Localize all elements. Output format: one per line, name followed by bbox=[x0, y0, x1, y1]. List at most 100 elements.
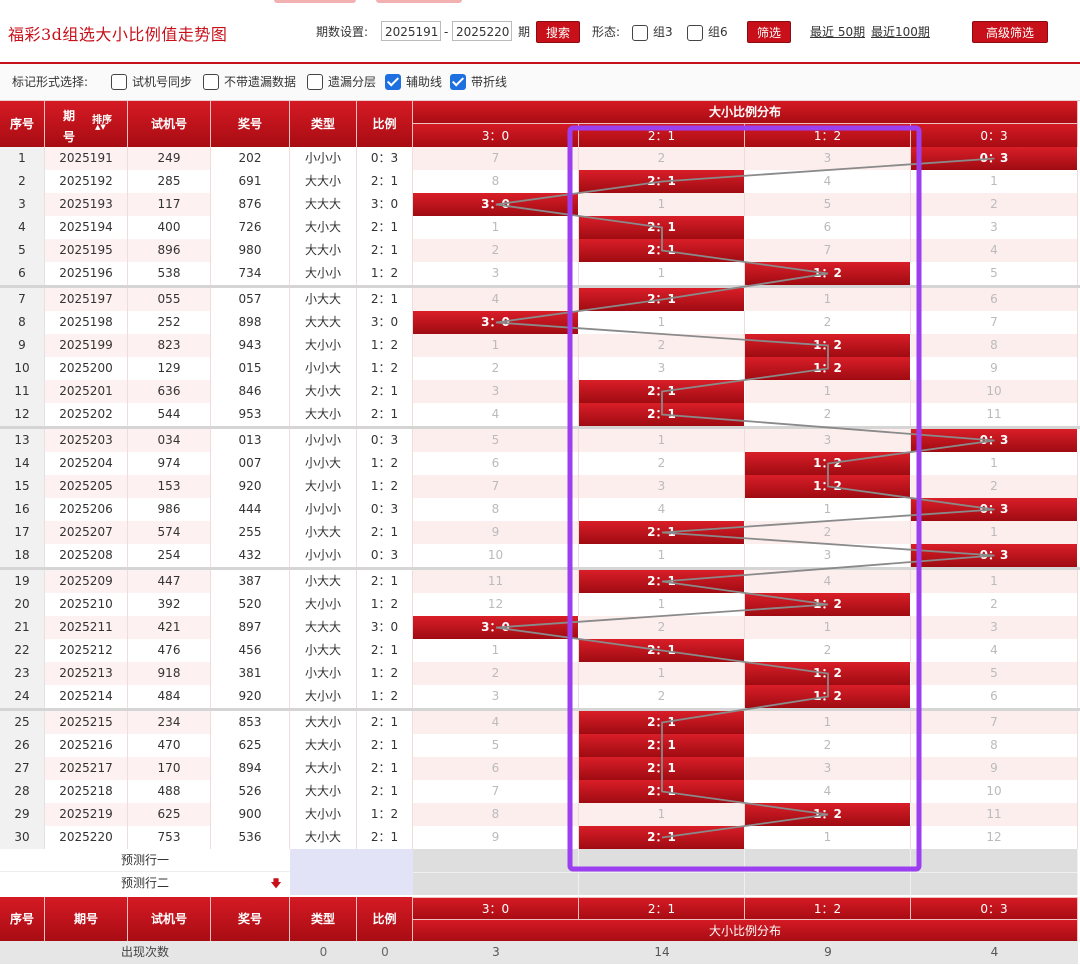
row-index: 10 bbox=[0, 357, 45, 380]
option-checkbox-no-miss[interactable] bbox=[203, 74, 219, 90]
dist-miss-cell: 1 bbox=[745, 498, 911, 521]
header-issue-line2: 号 bbox=[63, 130, 76, 144]
option-checkbox-polyline[interactable] bbox=[450, 74, 466, 90]
recent-100-link[interactable]: 最近100期 bbox=[871, 21, 930, 43]
dist-hit-cell: 1：2 bbox=[745, 262, 911, 285]
search-button[interactable]: 搜索 bbox=[536, 21, 580, 43]
dist-hit-cell: 2：1 bbox=[579, 570, 745, 593]
footer-ratio-count: 0 bbox=[357, 941, 413, 964]
row-ratio: 2：1 bbox=[357, 639, 413, 662]
dist-miss-cell: 9 bbox=[911, 357, 1078, 380]
predict-input-area[interactable] bbox=[290, 849, 413, 895]
dist-miss-cell: 3 bbox=[413, 262, 579, 285]
dist-miss-cell: 2 bbox=[413, 357, 579, 380]
group6-checkbox[interactable] bbox=[687, 25, 703, 41]
option-checkbox-sync[interactable] bbox=[111, 74, 127, 90]
row-test: 636 bbox=[128, 380, 211, 403]
row-type: 小大大 bbox=[290, 521, 357, 544]
bottom-header-issue: 期号 bbox=[45, 897, 128, 941]
row-test: 974 bbox=[128, 452, 211, 475]
group3-checkbox[interactable] bbox=[632, 25, 648, 41]
row-ratio: 2：1 bbox=[357, 288, 413, 311]
predict-cell-2[interactable] bbox=[579, 872, 745, 895]
dist-miss-cell: 5 bbox=[911, 662, 1078, 685]
dist-miss-cell: 2 bbox=[579, 334, 745, 357]
predict-row-2[interactable]: 预测行二 bbox=[0, 872, 290, 895]
header-index: 序号 bbox=[0, 101, 45, 147]
period-start-input[interactable]: 2025191 bbox=[381, 21, 441, 41]
predict-cell-1[interactable] bbox=[579, 849, 745, 872]
dist-miss-cell: 1 bbox=[579, 544, 745, 567]
bottom-header-dist-col: 1：2 bbox=[745, 897, 911, 919]
row-issue: 2025208 bbox=[45, 544, 128, 567]
row-prize: 691 bbox=[211, 170, 290, 193]
header-type: 类型 bbox=[290, 101, 357, 147]
sort-arrows-icon[interactable]: ▲▼ bbox=[95, 123, 106, 131]
row-index: 15 bbox=[0, 475, 45, 498]
row-type: 大大大 bbox=[290, 193, 357, 216]
row-type: 小小小 bbox=[290, 147, 357, 170]
option-checkbox-layered[interactable] bbox=[307, 74, 323, 90]
row-prize: 900 bbox=[211, 803, 290, 826]
footer-dist-count: 4 bbox=[911, 941, 1078, 964]
dist-miss-cell: 10 bbox=[911, 780, 1078, 803]
dist-miss-cell: 8 bbox=[413, 498, 579, 521]
row-issue: 2025197 bbox=[45, 288, 128, 311]
row-ratio: 2：1 bbox=[357, 216, 413, 239]
row-type: 小小大 bbox=[290, 452, 357, 475]
row-prize: 536 bbox=[211, 826, 290, 849]
predict-cell-1[interactable] bbox=[413, 849, 579, 872]
period-end-input[interactable]: 2025220 bbox=[452, 21, 512, 41]
dist-miss-cell: 1 bbox=[745, 288, 911, 311]
predict-arrow-icon[interactable]: 🡇 bbox=[266, 872, 286, 895]
row-index: 7 bbox=[0, 288, 45, 311]
predict-cell-2[interactable] bbox=[911, 872, 1078, 895]
dist-miss-cell: 3 bbox=[745, 544, 911, 567]
predict-cell-2[interactable] bbox=[413, 872, 579, 895]
row-issue: 2025196 bbox=[45, 262, 128, 285]
row-ratio: 1：2 bbox=[357, 452, 413, 475]
group3-label: 组3 bbox=[653, 25, 673, 39]
row-test: 484 bbox=[128, 685, 211, 708]
predict-row-1[interactable]: 预测行一 bbox=[0, 849, 290, 872]
dist-hit-cell: 0：3 bbox=[911, 429, 1078, 452]
row-test: 034 bbox=[128, 429, 211, 452]
filter-button[interactable]: 筛选 bbox=[747, 21, 791, 43]
dist-miss-cell: 6 bbox=[745, 216, 911, 239]
row-index: 22 bbox=[0, 639, 45, 662]
row-prize: 526 bbox=[211, 780, 290, 803]
predict-cell-2[interactable] bbox=[745, 872, 911, 895]
dist-miss-cell: 6 bbox=[911, 288, 1078, 311]
predict-cell-1[interactable] bbox=[745, 849, 911, 872]
dist-miss-cell: 4 bbox=[745, 780, 911, 803]
option-checkbox-guide[interactable] bbox=[385, 74, 401, 90]
row-ratio: 0：3 bbox=[357, 544, 413, 567]
option-label-no-miss: 不带遗漏数据 bbox=[224, 75, 297, 89]
row-prize: 953 bbox=[211, 403, 290, 426]
row-index: 29 bbox=[0, 803, 45, 826]
row-issue: 2025215 bbox=[45, 711, 128, 734]
trend-table: 序号期号排序 ▲▼ 试机号 奖号 类型 比例 大小比例分布 3：0 2：1 1：2 0：3 1 2025… bbox=[0, 101, 1080, 965]
dist-miss-cell: 4 bbox=[745, 570, 911, 593]
advanced-filter-button[interactable]: 高级筛选 bbox=[972, 21, 1048, 43]
dist-miss-cell: 1 bbox=[745, 711, 911, 734]
row-prize: 734 bbox=[211, 262, 290, 285]
recent-50-link[interactable]: 最近 50期 bbox=[810, 21, 865, 43]
row-prize: 625 bbox=[211, 734, 290, 757]
row-test: 447 bbox=[128, 570, 211, 593]
row-issue: 2025218 bbox=[45, 780, 128, 803]
row-index: 3 bbox=[0, 193, 45, 216]
row-ratio: 2：1 bbox=[357, 757, 413, 780]
dist-miss-cell: 11 bbox=[413, 570, 579, 593]
row-type: 小大小 bbox=[290, 662, 357, 685]
predict-cell-1[interactable] bbox=[911, 849, 1078, 872]
row-prize: 444 bbox=[211, 498, 290, 521]
row-issue: 2025199 bbox=[45, 334, 128, 357]
row-index: 21 bbox=[0, 616, 45, 639]
row-type: 小小小 bbox=[290, 544, 357, 567]
row-ratio: 1：2 bbox=[357, 475, 413, 498]
row-index: 13 bbox=[0, 429, 45, 452]
dist-miss-cell: 3 bbox=[579, 475, 745, 498]
dist-hit-cell: 2：1 bbox=[579, 403, 745, 426]
row-ratio: 3：0 bbox=[357, 193, 413, 216]
